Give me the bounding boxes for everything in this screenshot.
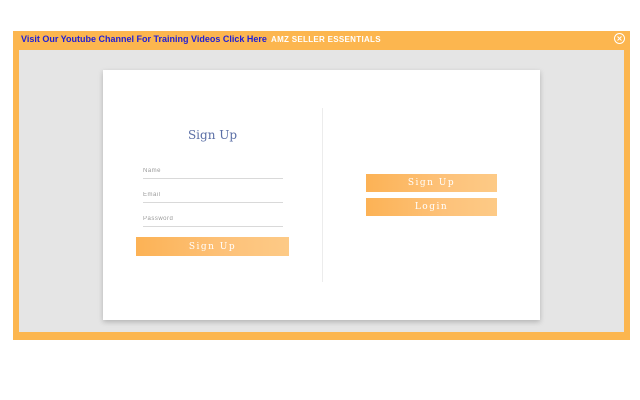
signup-form-title: Sign Up xyxy=(187,128,238,142)
auth-card: Sign Up Sign Up Sign Up Login xyxy=(103,70,540,320)
close-button[interactable] xyxy=(614,33,625,44)
email-field[interactable] xyxy=(143,189,283,203)
name-field[interactable] xyxy=(143,165,283,179)
top-bar: Visit Our Youtube Channel For Training V… xyxy=(13,31,630,49)
signup-button[interactable]: Sign Up xyxy=(366,174,497,192)
youtube-channel-link[interactable]: Visit Our Youtube Channel For Training V… xyxy=(21,34,267,44)
login-button[interactable]: Login xyxy=(366,198,497,216)
signup-submit-button[interactable]: Sign Up xyxy=(136,237,289,256)
content-area: Sign Up Sign Up Sign Up Login xyxy=(19,50,624,332)
brand-title: AMZ SELLER ESSENTIALS xyxy=(271,35,381,44)
card-divider xyxy=(322,108,323,282)
password-field[interactable] xyxy=(143,213,283,227)
extension-frame: Visit Our Youtube Channel For Training V… xyxy=(13,31,630,340)
close-icon xyxy=(617,36,622,41)
